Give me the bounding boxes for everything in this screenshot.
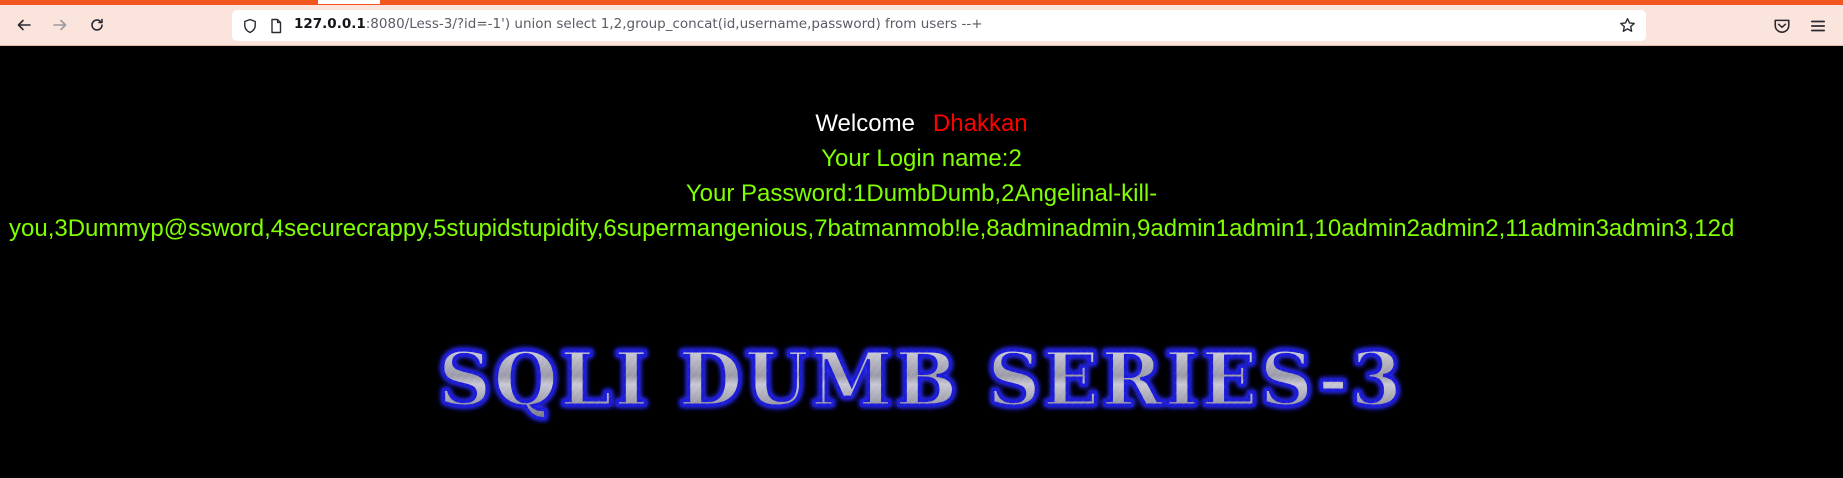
password-line-1: Your Password:1DumbDumb,2Angelinal-kill- xyxy=(685,180,1158,207)
forward-button[interactable] xyxy=(46,11,74,39)
pocket-icon[interactable] xyxy=(1773,17,1791,35)
forward-icon xyxy=(53,19,67,31)
back-icon xyxy=(17,19,31,31)
url-bar[interactable]: 127.0.0.1:8080/Less-3/?id=-1') union sel… xyxy=(232,10,1646,41)
welcome-name: Dhakkan xyxy=(932,110,1028,137)
banner-text-texture: SQLI DUMB SERIES-3 xyxy=(438,337,1404,423)
login-name-line: Your Login name:2 xyxy=(821,145,1022,172)
series-banner-image: SQLI DUMB SERIES-3 SQLI DUMB SERIES-3 xyxy=(437,336,1404,425)
shield-icon[interactable] xyxy=(242,18,258,34)
password-line-2: you,3Dummyp@ssword,4securecrappy,5stupid… xyxy=(9,215,1735,242)
reload-icon xyxy=(91,18,103,31)
welcome-label: Welcome xyxy=(815,110,915,137)
star-icon[interactable] xyxy=(1619,17,1636,34)
page-content: Welcome Dhakkan Your Login name:2 Your Pa… xyxy=(0,47,1843,478)
page-icon[interactable] xyxy=(268,18,284,34)
url-host: 127.0.0.1 xyxy=(294,16,366,32)
active-tab-edge[interactable] xyxy=(318,0,380,4)
reload-button[interactable] xyxy=(83,11,111,39)
menu-icon[interactable] xyxy=(1809,17,1827,35)
url-path: :8080/Less-3/?id=-1') union select 1,2,g… xyxy=(365,16,983,32)
url-text[interactable]: 127.0.0.1:8080/Less-3/?id=-1') union sel… xyxy=(294,16,983,32)
welcome-line: Welcome Dhakkan xyxy=(0,110,1843,138)
back-button[interactable] xyxy=(10,11,38,39)
browser-toolbar: 127.0.0.1:8080/Less-3/?id=-1') union sel… xyxy=(0,5,1843,46)
